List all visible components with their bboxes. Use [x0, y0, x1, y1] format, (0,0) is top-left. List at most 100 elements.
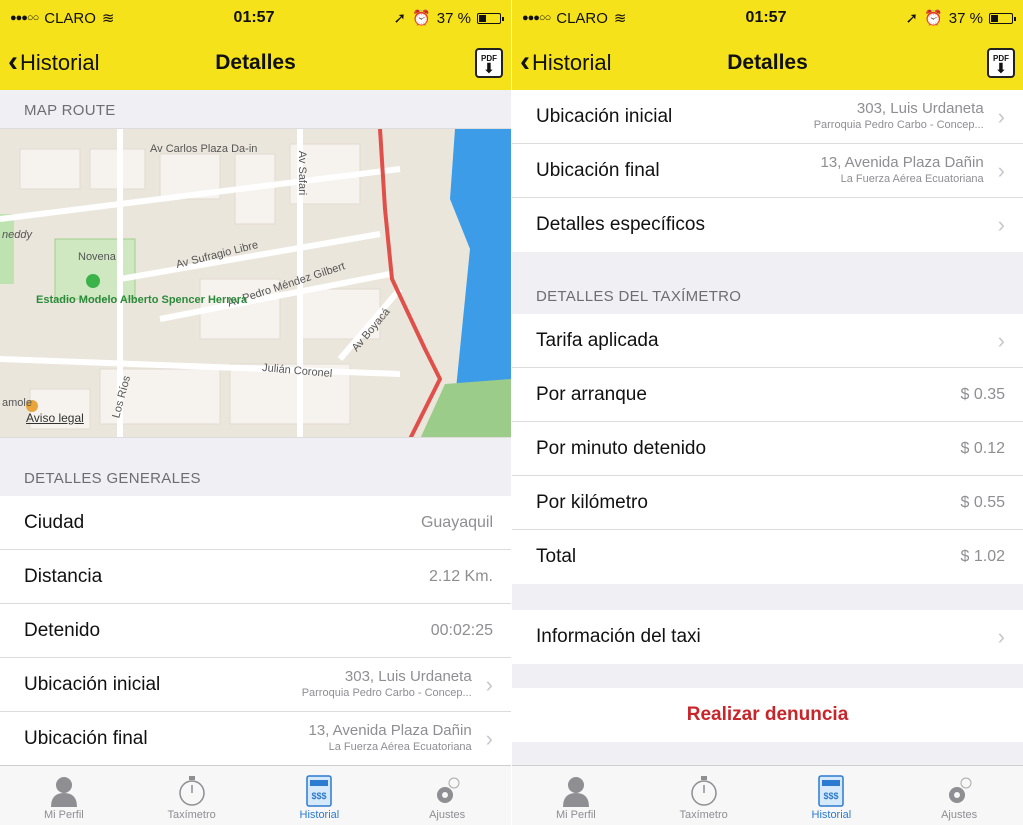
- address-subline: La Fuerza Aérea Ecuatoriana: [328, 741, 472, 753]
- carrier-label: CLARO: [44, 9, 96, 27]
- route-map[interactable]: Av Carlos Plaza Da-in Av Safari Av Sufra…: [0, 128, 511, 438]
- meter-section-header: DETALLES DEL TAXÍMETRO: [536, 288, 742, 305]
- street-label: Av Carlos Plaza Da-in: [150, 143, 258, 155]
- location-list: Ubicación inicial 303, Luis Urdaneta Parro…: [512, 90, 1023, 252]
- row-label: Por arranque: [536, 383, 647, 405]
- row-value: $ 0.35: [960, 385, 1005, 403]
- row-value: 2.12 Km.: [428, 567, 493, 585]
- status-bar: ●●●○○ CLARO ≋ 01:57 ➚ ⏰ 37 %: [512, 0, 1023, 36]
- download-arrow-icon: ⬇: [483, 59, 495, 76]
- screen-left: ●●●○○ CLARO ≋ 01:57 ➚ ⏰ 37 % ‹ Historial Deta…: [0, 0, 511, 825]
- location-icon: ➚: [905, 10, 919, 27]
- battery-percent: 37 %: [436, 9, 471, 27]
- receipt-icon: $$$: [304, 773, 334, 809]
- list-item: Ciudad Guayaquil: [0, 496, 511, 550]
- screen-right: ●●●○○ CLARO ≋ 01:57 ➚ ⏰ 37 % ‹ Historial Deta…: [512, 0, 1023, 825]
- tab-historial[interactable]: $$$ Historial: [256, 766, 384, 825]
- status-time: 01:57: [233, 9, 275, 26]
- taxi-info-list: Información del taxi ›: [512, 610, 1023, 664]
- alarm-icon: ⏰: [924, 10, 943, 27]
- tab-ajustes[interactable]: Ajustes: [895, 766, 1023, 825]
- carrier-label: CLARO: [556, 9, 608, 27]
- report-complaint-button[interactable]: Realizar denuncia: [512, 688, 1023, 742]
- tab-historial[interactable]: $$$ Historial: [768, 766, 896, 825]
- tab-mi-perfil[interactable]: Mi Perfil: [0, 766, 128, 825]
- row-label: Total: [536, 546, 577, 567]
- total-row: Total $ 1.02: [512, 530, 1023, 584]
- back-button[interactable]: ‹ Historial: [520, 47, 612, 77]
- chevron-right-icon: ›: [485, 671, 493, 697]
- tarifa-row[interactable]: Tarifa aplicada ›: [512, 314, 1023, 368]
- back-label: Historial: [532, 50, 612, 75]
- tab-mi-perfil[interactable]: Mi Perfil: [512, 766, 640, 825]
- alarm-icon: ⏰: [412, 10, 431, 27]
- pdf-download-button[interactable]: PDF ⬇: [475, 48, 503, 78]
- tab-taximetro[interactable]: Taxímetro: [640, 766, 768, 825]
- list-item: Distancia 2.12 Km.: [0, 550, 511, 604]
- nav-bar: ‹ Historial Detalles PDF ⬇: [0, 36, 511, 90]
- end-location-row[interactable]: Ubicación final 13, Avenida Plaza Dañin La…: [512, 144, 1023, 198]
- specific-details-row[interactable]: Detalles específicos ›: [512, 198, 1023, 252]
- start-location-row[interactable]: Ubicación inicial 303, Luis Urdaneta Parro…: [0, 658, 511, 712]
- row-label: Por minuto detenido: [536, 437, 707, 459]
- row-label: Información del taxi: [536, 626, 701, 647]
- row-value: $ 0.12: [960, 439, 1005, 457]
- address-line: 13, Avenida Plaza Dañin: [308, 722, 472, 739]
- address-line: 303, Luis Urdaneta: [856, 99, 984, 117]
- tab-label: Taxímetro: [167, 809, 216, 821]
- tab-ajustes[interactable]: Ajustes: [383, 766, 511, 825]
- chevron-left-icon: ‹: [8, 45, 18, 78]
- row-label: Detenido: [24, 619, 101, 641]
- general-section-header: DETALLES GENERALES: [24, 470, 201, 487]
- row-value: $ 0.55: [960, 493, 1005, 511]
- chevron-right-icon: ›: [997, 624, 1005, 649]
- stopwatch-icon: [689, 773, 719, 809]
- row-label: Por kilómetro: [536, 491, 648, 513]
- download-arrow-icon: ⬇: [995, 59, 1007, 76]
- row-value: Guayaquil: [420, 513, 493, 531]
- legal-link[interactable]: Aviso legal: [26, 411, 84, 425]
- list-item: Por minuto detenido $ 0.12: [512, 422, 1023, 476]
- place-label: amole: [2, 397, 32, 409]
- gear-icon: [432, 773, 462, 809]
- tab-taximetro[interactable]: Taxímetro: [128, 766, 256, 825]
- signal-icon: ●●●○○: [10, 12, 39, 24]
- chevron-right-icon: ›: [997, 327, 1005, 353]
- svg-text:$$$: $$$: [312, 791, 327, 801]
- nav-bar: ‹ Historial Detalles PDF ⬇: [512, 36, 1023, 90]
- list-item: Por kilómetro $ 0.55: [512, 476, 1023, 530]
- row-value: 00:02:25: [430, 621, 493, 639]
- chevron-right-icon: ›: [485, 726, 493, 751]
- taxi-info-row[interactable]: Información del taxi ›: [512, 610, 1023, 664]
- start-location-row[interactable]: Ubicación inicial 303, Luis Urdaneta Parro…: [512, 90, 1023, 144]
- back-button[interactable]: ‹ Historial: [8, 45, 100, 78]
- row-label: Distancia: [24, 565, 103, 587]
- stopwatch-icon: [177, 773, 207, 809]
- chevron-right-icon: ›: [997, 212, 1005, 237]
- tab-label: Mi Perfil: [556, 809, 596, 821]
- tab-bar: Mi Perfil Taxímetro $$$ Historial Ajustes: [0, 765, 511, 825]
- receipt-icon: $$$: [816, 773, 846, 809]
- street-label: Av Safari: [296, 150, 309, 196]
- person-icon: [561, 773, 591, 809]
- map-graphic: [0, 129, 511, 437]
- tab-label: Mi Perfil: [44, 809, 84, 821]
- row-label: Ubicación inicial: [536, 105, 673, 127]
- general-details-list: Ciudad Guayaquil Distancia 2.12 Km. Deteni…: [0, 496, 511, 766]
- battery-icon: [988, 12, 1016, 24]
- row-label: Detalles específicos: [536, 214, 705, 235]
- row-label: Ubicación final: [536, 159, 660, 181]
- back-label: Historial: [20, 50, 100, 75]
- list-item: Detenido 00:02:25: [0, 604, 511, 658]
- gear-icon: [944, 773, 974, 809]
- end-location-row[interactable]: Ubicación final 13, Avenida Plaza Dañin La…: [0, 712, 511, 766]
- pdf-download-button[interactable]: PDF ⬇: [987, 48, 1015, 78]
- place-label: Novena: [78, 251, 116, 263]
- row-value: $ 1.02: [960, 548, 1005, 565]
- row-label: Ciudad: [24, 511, 85, 533]
- chevron-right-icon: ›: [997, 157, 1005, 183]
- tab-label: Historial: [299, 809, 340, 821]
- address-subline: Parroquia Pedro Carbo - Concep...: [813, 118, 984, 131]
